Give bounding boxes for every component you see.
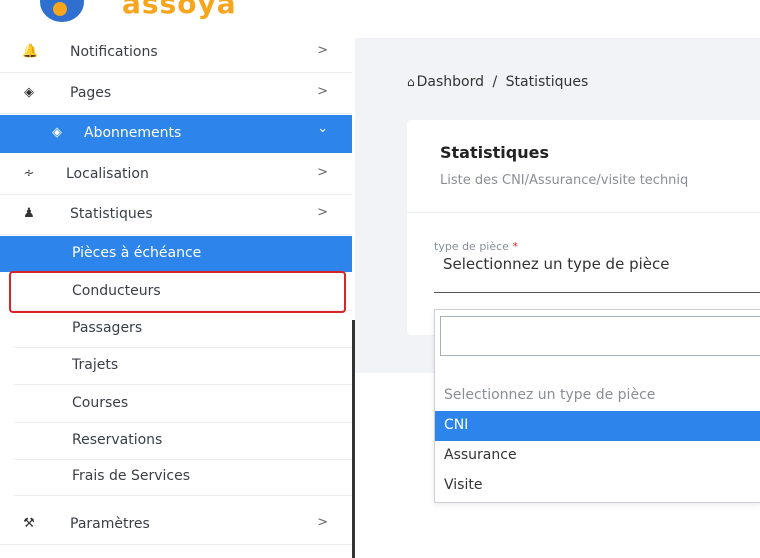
option-label: Visite bbox=[444, 477, 483, 493]
piece-type-select[interactable]: Selectionnez un type de pièce bbox=[443, 255, 669, 273]
sidebar-item-notifications[interactable]: 🔔 Notifications > bbox=[0, 34, 352, 73]
tags-icon: ◈ bbox=[24, 85, 34, 100]
breadcrumb-current: Statistiques bbox=[505, 74, 589, 90]
sidebar-subitem-label: Pièces à échéance bbox=[72, 245, 202, 261]
option-label: CNI bbox=[444, 417, 469, 433]
sidebar-item-label: Pages bbox=[70, 85, 112, 101]
breadcrumb: ⌂ Dashbord / Statistiques bbox=[407, 74, 588, 90]
required-mark: * bbox=[512, 240, 518, 253]
home-icon: ⌂ bbox=[407, 75, 415, 89]
dropdown-search-input[interactable] bbox=[440, 316, 760, 356]
sidebar-item-localisation[interactable]: ∻ Localisation > bbox=[0, 156, 352, 195]
sidebar-subitem-pieces-a-echeance[interactable]: Pièces à échéance bbox=[0, 236, 352, 272]
option-label: Assurance bbox=[444, 447, 517, 463]
select-underline bbox=[434, 292, 760, 293]
sidebar-subitem-courses[interactable]: Courses bbox=[14, 386, 352, 423]
sidebar-item-parametres[interactable]: ⚒ Paramètres > bbox=[0, 506, 352, 545]
logo-icon bbox=[24, 0, 96, 22]
dropdown-option-placeholder[interactable]: Selectionnez un type de pièce bbox=[435, 381, 760, 411]
card-divider bbox=[407, 212, 760, 213]
chevron-right-icon: > bbox=[317, 43, 328, 58]
chevron-right-icon: > bbox=[317, 84, 328, 99]
field-label-text: type de pièce bbox=[434, 240, 509, 253]
breadcrumb-home[interactable]: Dashbord bbox=[417, 74, 484, 90]
sidebar-item-label: Notifications bbox=[70, 44, 158, 60]
chevron-down-icon: ⌄ bbox=[317, 121, 328, 136]
piece-type-label: type de pièce * bbox=[434, 240, 518, 253]
bell-icon: 🔔 bbox=[22, 44, 39, 59]
sidebar-subitem-label: Reservations bbox=[72, 432, 163, 448]
sidebar-subitem-label: Courses bbox=[72, 395, 129, 411]
sidebar-subitem-frais-de-services[interactable]: Frais de Services bbox=[14, 459, 352, 496]
sidebar-subitem-label: Trajets bbox=[72, 357, 119, 373]
sidebar-subitem-trajets[interactable]: Trajets bbox=[14, 348, 352, 385]
wrench-icon: ⚒ bbox=[23, 516, 35, 531]
sidebar-item-label: Paramètres bbox=[70, 516, 150, 532]
logo-bar: assoya bbox=[0, 0, 760, 38]
breadcrumb-separator: / bbox=[492, 74, 498, 90]
sidebar-subitem-passagers[interactable]: Passagers bbox=[14, 311, 352, 348]
card-subtitle: Liste des CNI/Assurance/visite techniq bbox=[440, 173, 689, 188]
sidebar-subitem-label: Passagers bbox=[72, 320, 143, 336]
chevron-right-icon: > bbox=[317, 205, 328, 220]
sidebar-item-label: Abonnements bbox=[84, 125, 182, 141]
chevron-right-icon: > bbox=[317, 165, 328, 180]
sidebar-item-pages[interactable]: ◈ Pages > bbox=[0, 75, 352, 114]
user-icon: ♟ bbox=[23, 206, 35, 221]
rss-icon: ∻ bbox=[23, 166, 35, 181]
option-label: Selectionnez un type de pièce bbox=[444, 387, 656, 403]
highlight-annotation bbox=[9, 271, 346, 313]
sidebar-subitem-label: Frais de Services bbox=[72, 468, 190, 484]
tags-icon: ◈ bbox=[52, 125, 62, 140]
logo-text: assoya bbox=[122, 0, 237, 20]
sidebar-item-abonnements[interactable]: ◈ Abonnements ⌄ bbox=[0, 115, 352, 153]
dropdown-option-cni[interactable]: CNI bbox=[435, 411, 760, 441]
sidebar-subitem-reservations[interactable]: Reservations bbox=[14, 423, 352, 460]
dropdown-option-visite[interactable]: Visite bbox=[435, 471, 760, 501]
sidebar-item-statistiques[interactable]: ♟ Statistiques > bbox=[0, 196, 352, 235]
chevron-right-icon: > bbox=[317, 515, 328, 530]
card-title: Statistiques bbox=[440, 143, 549, 162]
sidebar-item-label: Localisation bbox=[66, 166, 149, 182]
dropdown-option-assurance[interactable]: Assurance bbox=[435, 441, 760, 471]
sidebar-item-label: Statistiques bbox=[70, 206, 153, 222]
